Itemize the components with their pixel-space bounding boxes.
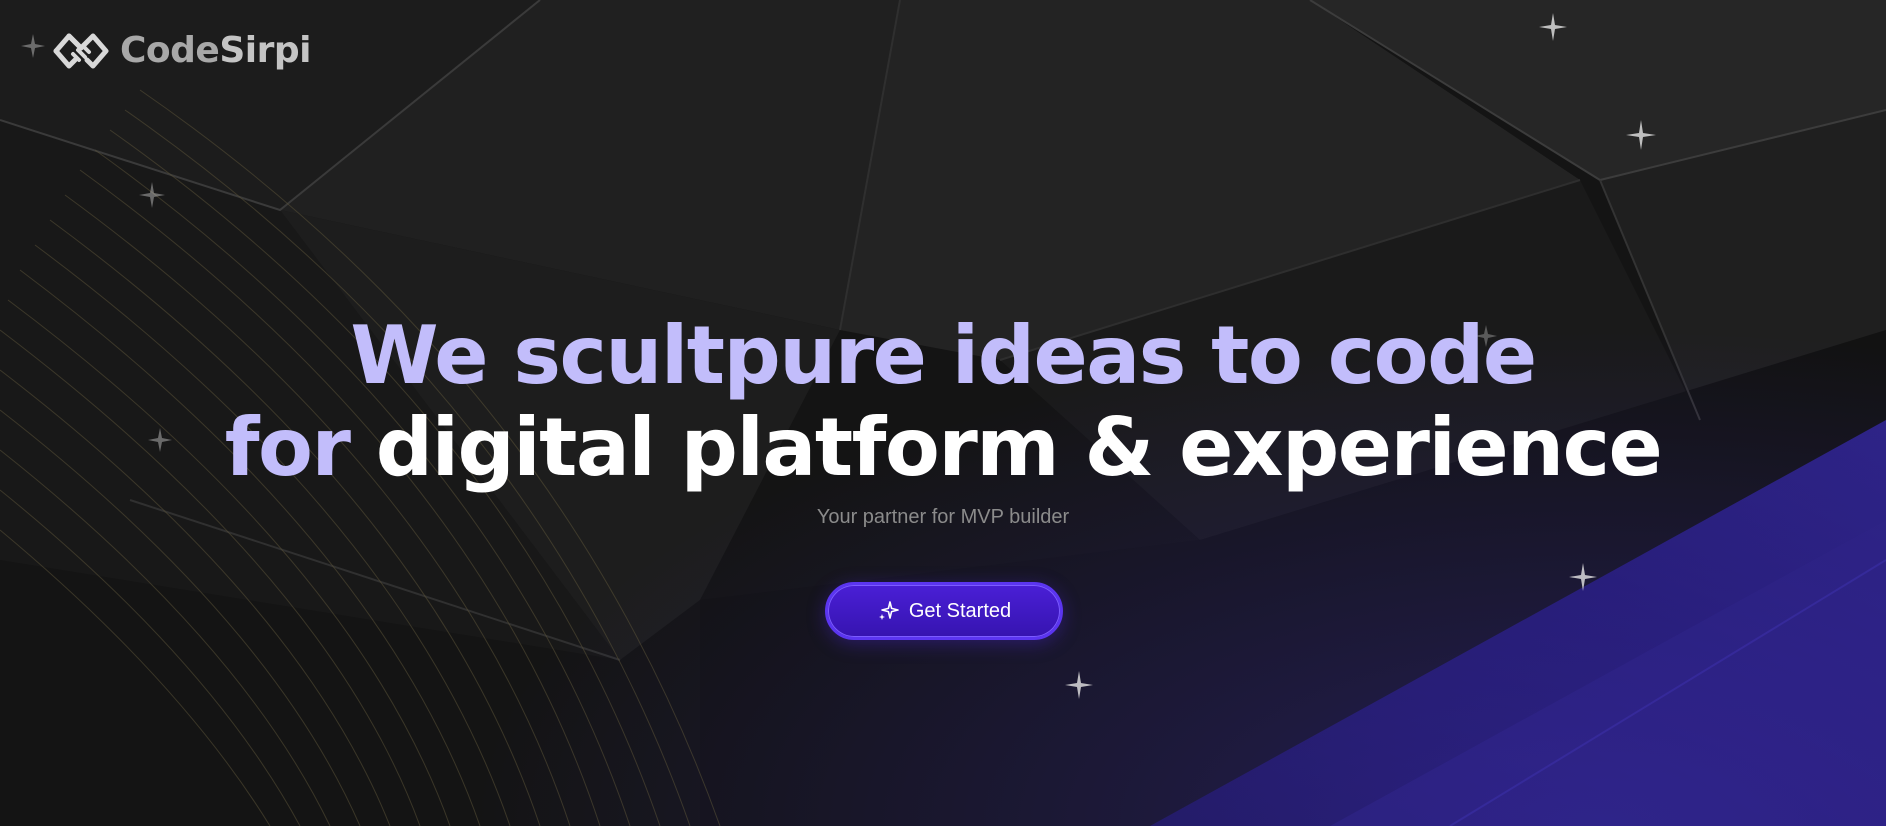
get-started-label: Get Started [908, 599, 1012, 622]
brand-name-part2: Sirpi [219, 30, 311, 71]
brand-name: CodeSirpi [120, 33, 311, 69]
brand-name-part1: Code [120, 30, 220, 71]
get-started-button[interactable]: Get Started [825, 582, 1063, 640]
hero-headline-line2: for digital platform & experience [0, 402, 1886, 494]
handshake-logo-icon [53, 33, 109, 69]
hero-headline-line1: We scultpure ideas to code [350, 309, 1537, 402]
hero-subtitle: Your partner for MVP builder [816, 506, 1070, 528]
hero-headline-accent: for [224, 401, 351, 494]
brand-logo[interactable]: CodeSirpi [52, 26, 311, 76]
sparkle-icon [878, 601, 899, 620]
hero-headline-main: digital platform & experience [375, 401, 1663, 494]
hero-section: We scultpure ideas to code for digital p… [0, 310, 1886, 529]
